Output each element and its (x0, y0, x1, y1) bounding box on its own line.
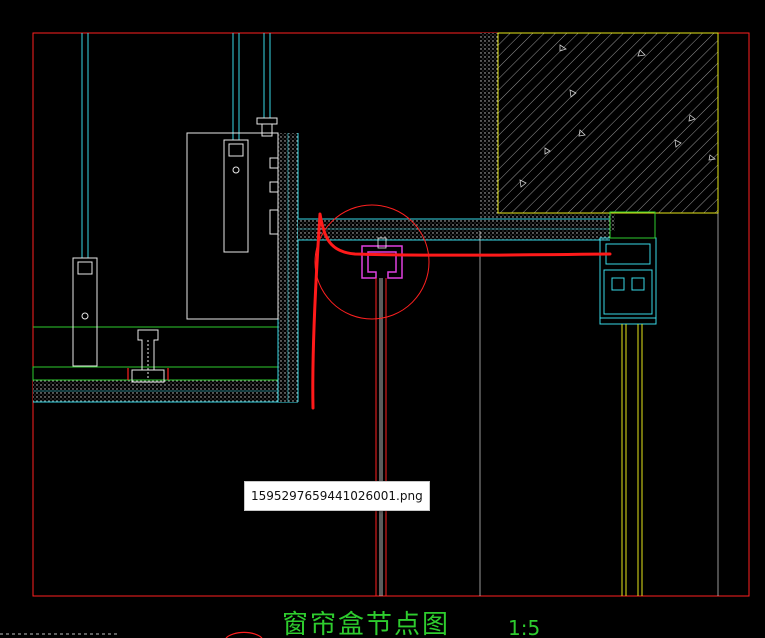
curtain-cloth-core (379, 278, 383, 596)
red-markup-stroke (311, 212, 612, 410)
keel-clip (131, 329, 165, 383)
bottom-partial-circle (225, 631, 263, 638)
window-frame-profile (599, 237, 657, 325)
cad-drawing[interactable] (0, 0, 765, 638)
concrete-beam (480, 32, 719, 231)
window-glass (621, 324, 643, 596)
window-frame-cap (609, 211, 656, 239)
curtain-cloth (375, 278, 387, 596)
cad-viewport[interactable]: 1595297659441026001.png 窗帘盒节点图 1:5 (0, 0, 765, 638)
reference-lines (479, 213, 719, 596)
drawing-title: 窗帘盒节点图 (282, 610, 451, 638)
curtain-box-top-board (298, 218, 610, 241)
curtain-box-side-board (277, 133, 299, 402)
main-keel (186, 132, 279, 320)
hanger-rods (81, 33, 271, 258)
hanger-bracket-left (72, 257, 98, 367)
curtain-track (361, 245, 403, 279)
hanger-bracket-right (223, 117, 279, 253)
filename-tooltip: 1595297659441026001.png (244, 481, 430, 511)
drawing-scale: 1:5 (508, 616, 541, 638)
